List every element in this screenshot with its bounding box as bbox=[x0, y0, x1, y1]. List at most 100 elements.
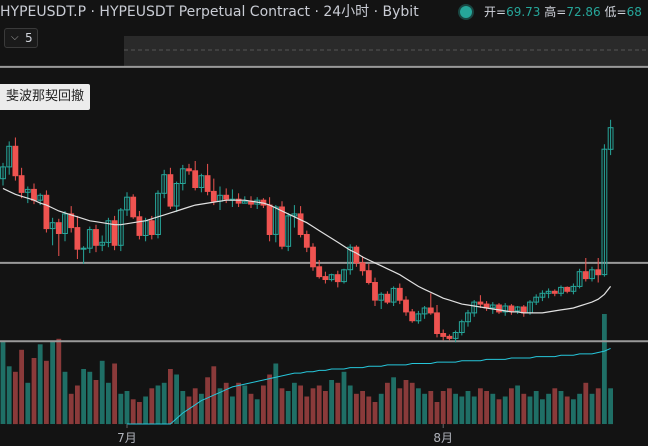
candle-body-down bbox=[359, 262, 366, 272]
volume-bar bbox=[285, 391, 291, 424]
volume-bar bbox=[25, 382, 31, 425]
low-value: 68 bbox=[626, 5, 642, 19]
volume-bar bbox=[478, 388, 483, 425]
volume-bar bbox=[292, 382, 297, 425]
candle-body-down bbox=[595, 269, 602, 276]
volume-bar bbox=[143, 396, 148, 424]
candle-body-down bbox=[520, 306, 527, 314]
candle-body-down bbox=[322, 276, 329, 281]
volume-bar bbox=[329, 380, 334, 424]
candle-body-down bbox=[334, 274, 341, 283]
volume-bar bbox=[385, 382, 390, 425]
volume-bar bbox=[75, 385, 80, 424]
candle-body-down bbox=[353, 246, 360, 264]
volume-bar bbox=[248, 393, 254, 425]
volume-bar bbox=[453, 393, 458, 425]
candle-body-down bbox=[223, 194, 230, 200]
volume-bar bbox=[416, 388, 421, 425]
indicator-toggle-button[interactable]: ⌵ 5 bbox=[4, 28, 38, 48]
ohlc-readout: 开=69.73 高=72.86 低=68 bbox=[484, 0, 642, 24]
volume-bar bbox=[304, 396, 310, 424]
candle-body-down bbox=[18, 175, 25, 193]
volume-bar bbox=[459, 396, 465, 424]
volume-bar bbox=[19, 349, 24, 425]
candle-body-down bbox=[55, 222, 62, 234]
candle-body-down bbox=[204, 175, 211, 192]
candle-body-down bbox=[372, 282, 378, 301]
candle-body-down bbox=[93, 229, 99, 246]
volume-bar bbox=[577, 393, 582, 425]
open-label: 开= bbox=[484, 5, 507, 19]
candle-body-down bbox=[130, 196, 137, 218]
volume-bar bbox=[515, 385, 520, 424]
volume-bar bbox=[509, 388, 514, 425]
volume-bar bbox=[347, 385, 353, 424]
high-label: 高= bbox=[544, 5, 567, 19]
candle-body-down bbox=[434, 312, 440, 334]
volume-bar bbox=[558, 391, 564, 424]
volume-bar bbox=[428, 391, 434, 424]
candle-body-down bbox=[297, 213, 304, 235]
volume-bar bbox=[56, 338, 62, 425]
chevron-down-icon: ⌵ bbox=[11, 32, 19, 43]
symbol-title: HYPEUSDT.P · HYPEUSDT Perpetual Contract… bbox=[0, 4, 419, 20]
candle-body-down bbox=[446, 335, 453, 339]
volume-bar bbox=[261, 385, 266, 424]
candle-body-down bbox=[365, 270, 372, 284]
candle-body-down bbox=[551, 290, 558, 294]
fibonacci-retracement-label[interactable]: 斐波那契回撤 bbox=[0, 84, 91, 110]
volume-bar bbox=[6, 366, 12, 425]
volume-bar bbox=[360, 391, 365, 424]
volume-bar bbox=[50, 341, 55, 424]
volume-bar bbox=[391, 377, 396, 425]
volume-bar bbox=[552, 388, 558, 425]
market-status-indicator bbox=[460, 6, 472, 18]
volume-bar bbox=[341, 371, 347, 425]
candle-body-down bbox=[186, 168, 192, 172]
volume-bar bbox=[422, 393, 427, 425]
volume-bar bbox=[366, 396, 372, 424]
volume-bar bbox=[527, 396, 533, 424]
volume-bar bbox=[161, 382, 167, 425]
open-value: 69.73 bbox=[506, 5, 541, 19]
volume-bar bbox=[521, 393, 527, 425]
volume-bar bbox=[409, 382, 415, 425]
x-tick-label: 8月 bbox=[433, 431, 453, 445]
volume-bar bbox=[93, 380, 99, 424]
volume-bar bbox=[236, 382, 241, 425]
candle-body-down bbox=[564, 286, 571, 292]
candle-body-down bbox=[43, 194, 50, 230]
volume-bar bbox=[403, 380, 409, 424]
price-chart[interactable]: 7月 8月 bbox=[0, 0, 648, 446]
volume-bar bbox=[230, 396, 235, 424]
candle-body-down bbox=[477, 301, 484, 305]
volume-bar bbox=[267, 374, 272, 424]
indicator-count: 5 bbox=[25, 31, 33, 45]
volume-bar bbox=[434, 402, 440, 424]
volume-bar bbox=[168, 369, 173, 424]
volume-bar bbox=[540, 399, 545, 425]
volume-bar bbox=[118, 393, 124, 425]
volume-bar bbox=[279, 388, 285, 425]
volume-bar bbox=[149, 388, 155, 425]
volume-bar bbox=[130, 399, 136, 425]
candle-body-down bbox=[582, 271, 589, 280]
volume-bar bbox=[124, 391, 130, 424]
candle-body-down bbox=[440, 333, 447, 337]
volume-bar bbox=[242, 385, 248, 424]
volume-bar bbox=[447, 388, 452, 425]
volume-bar bbox=[546, 393, 551, 425]
candle-body-down bbox=[210, 190, 217, 202]
volume-bar bbox=[68, 393, 74, 425]
volume-bar bbox=[490, 393, 496, 425]
volume-bar bbox=[484, 391, 489, 424]
candle-body-down bbox=[148, 220, 155, 236]
candle-body-down bbox=[12, 145, 19, 177]
candle-body-down bbox=[508, 305, 515, 312]
x-tick-label: 7月 bbox=[117, 431, 137, 445]
volume-bar bbox=[0, 341, 6, 424]
volume-bar bbox=[602, 314, 607, 424]
volume-bar bbox=[205, 377, 210, 425]
fib-zone-band bbox=[124, 36, 648, 66]
volume-bar bbox=[62, 371, 68, 425]
